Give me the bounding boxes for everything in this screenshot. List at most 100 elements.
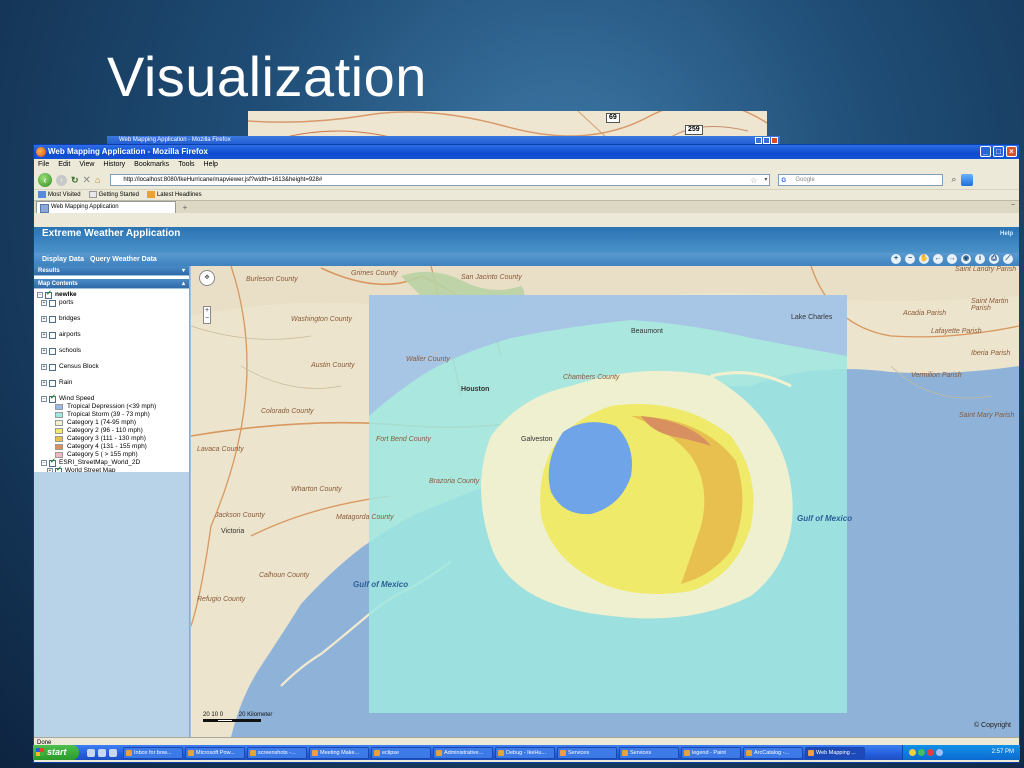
collapse-icon[interactable]: ▾	[182, 266, 185, 276]
print-icon[interactable]: ⎙	[989, 254, 999, 264]
clock[interactable]: 2:57 PM	[992, 749, 1014, 755]
pan-control[interactable]: ✥	[199, 270, 215, 286]
expand-node-icon[interactable]: +	[41, 316, 47, 322]
stop-icon[interactable]: ✕	[83, 175, 91, 186]
map-contents-header[interactable]: Map Contents ▴	[34, 279, 189, 289]
close-tab-icon[interactable]: −	[1011, 202, 1015, 209]
taskbar-item[interactable]: Web Mapping ...	[805, 746, 865, 759]
menu-view[interactable]: View	[79, 159, 94, 171]
taskbar-item[interactable]: legend - Paint	[681, 746, 741, 759]
map-view[interactable]: Burleson County Washington County Grimes…	[191, 266, 1019, 737]
maximize-icon[interactable]	[763, 137, 770, 144]
menu-help[interactable]: Help	[204, 159, 218, 171]
layer-checkbox[interactable]	[49, 347, 56, 355]
taskbar-item[interactable]: Inbox for bow...	[123, 746, 183, 759]
map-label: Jackson County	[215, 512, 265, 519]
layer-checkbox[interactable]	[49, 379, 56, 387]
previous-extent-icon[interactable]: ←	[933, 254, 943, 264]
maximize-button[interactable]: □	[993, 146, 1004, 157]
pan-icon[interactable]: ✋	[919, 254, 929, 264]
taskbar-item[interactable]: Administrative...	[433, 746, 493, 759]
collapse-node-icon[interactable]: −	[41, 460, 47, 466]
menu-file[interactable]: File	[38, 159, 49, 171]
close-icon[interactable]	[771, 137, 778, 144]
menu-tools[interactable]: Tools	[178, 159, 194, 171]
tray-icon[interactable]	[936, 749, 943, 756]
reload-icon[interactable]: ↻	[71, 175, 79, 186]
toc-layer-ports[interactable]: + ports	[37, 299, 189, 307]
taskbar-item[interactable]: Debug - IkeHu...	[495, 746, 555, 759]
help-link[interactable]: Help	[1000, 227, 1013, 241]
taskbar-item[interactable]: screenshots -...	[247, 746, 307, 759]
zoom-out-icon[interactable]: −	[905, 254, 915, 264]
zoom-in-icon[interactable]: +	[891, 254, 901, 264]
nav-query-weather-data[interactable]: Query Weather Data	[90, 253, 157, 266]
expand-node-icon[interactable]: +	[41, 364, 47, 370]
url-bar[interactable]: http://localhost:8080/IkeHurricane/mapvi…	[110, 174, 771, 186]
menu-history[interactable]: History	[103, 159, 125, 171]
layer-checkbox[interactable]	[45, 290, 52, 299]
layer-checkbox[interactable]	[49, 331, 56, 339]
nav-display-data[interactable]: Display Data	[42, 253, 84, 266]
minimize-icon[interactable]	[755, 137, 762, 144]
search-input[interactable]: G Google ⌕	[778, 174, 956, 186]
bookmark-most-visited[interactable]: Most Visited	[38, 190, 81, 200]
quick-launch-icon[interactable]	[87, 748, 95, 757]
taskbar-item[interactable]: Meeting Make...	[309, 746, 369, 759]
next-extent-icon[interactable]: →	[947, 254, 957, 264]
toc-root[interactable]: − newlke	[37, 290, 189, 299]
identify-icon[interactable]: i	[975, 254, 985, 264]
menu-bookmarks[interactable]: Bookmarks	[134, 159, 169, 171]
bookmark-latest-headlines[interactable]: Latest Headlines	[146, 190, 202, 200]
layer-checkbox[interactable]	[49, 299, 56, 307]
tray-icon[interactable]	[918, 749, 925, 756]
measure-icon[interactable]: ⟋	[1003, 254, 1013, 264]
toc-layer-census-block[interactable]: + Census Block	[37, 363, 189, 371]
layer-checkbox[interactable]	[49, 394, 56, 403]
collapse-node-icon[interactable]: −	[41, 396, 47, 402]
taskbar-item[interactable]: Microsoft Pow...	[185, 746, 245, 759]
taskbar-item[interactable]: Services	[557, 746, 617, 759]
expand-node-icon[interactable]: +	[41, 332, 47, 338]
search-icon[interactable]: ⌕	[951, 174, 956, 185]
close-button[interactable]: ×	[1006, 146, 1017, 157]
forward-button[interactable]: ›	[56, 174, 67, 186]
layer-checkbox[interactable]	[49, 315, 56, 323]
expand-node-icon[interactable]: +	[41, 380, 47, 386]
window-title: Web Mapping Application - Mozilla Firefo…	[48, 147, 208, 156]
quick-launch-icon[interactable]	[98, 748, 106, 757]
layer-checkbox[interactable]	[49, 363, 56, 371]
full-extent-icon[interactable]: ◉	[961, 254, 971, 264]
bookmark-getting-started[interactable]: Getting Started	[88, 190, 139, 200]
minimize-button[interactable]: _	[980, 146, 991, 157]
new-tab-button[interactable]: +	[178, 202, 192, 213]
toc-layer-airports[interactable]: + airports	[37, 331, 189, 339]
zoom-slider[interactable]: + −	[203, 306, 211, 324]
copyright-text[interactable]: © Copyright	[974, 722, 1011, 729]
back-button[interactable]: ‹	[38, 173, 52, 187]
home-icon[interactable]: ⌂	[95, 175, 100, 185]
menu-edit[interactable]: Edit	[58, 159, 70, 171]
collapse-node-icon[interactable]: −	[37, 292, 43, 298]
taskbar-item[interactable]: ArcCatalog -...	[743, 746, 803, 759]
quick-launch-icon[interactable]	[109, 748, 117, 757]
taskbar-item[interactable]: Services	[619, 746, 679, 759]
browser-titlebar[interactable]: Web Mapping Application - Mozilla Firefo…	[34, 145, 1019, 159]
expand-node-icon[interactable]: +	[41, 348, 47, 354]
toc-layer-schools[interactable]: + schools	[37, 347, 189, 355]
tray-icon[interactable]	[927, 749, 934, 756]
start-button[interactable]: start	[33, 745, 79, 760]
url-dropdown-icon[interactable]: ▾	[764, 175, 767, 186]
toc-layer-rain[interactable]: + Rain	[37, 379, 189, 387]
layer-checkbox[interactable]	[49, 458, 56, 467]
toc-layer-wind-speed[interactable]: − Wind Speed	[37, 394, 189, 403]
results-panel-header[interactable]: Results ▾	[34, 266, 189, 276]
tray-icon[interactable]	[909, 749, 916, 756]
bookmark-star-icon[interactable]: ☆	[750, 175, 757, 186]
collapse-icon[interactable]: ▴	[182, 279, 185, 289]
toc-layer-bridges[interactable]: + bridges	[37, 315, 189, 323]
expand-node-icon[interactable]: +	[41, 300, 47, 306]
addon-icon[interactable]	[961, 174, 974, 186]
taskbar-item[interactable]: eclipse	[371, 746, 431, 759]
tab-web-mapping[interactable]: Web Mapping Application	[36, 201, 176, 213]
